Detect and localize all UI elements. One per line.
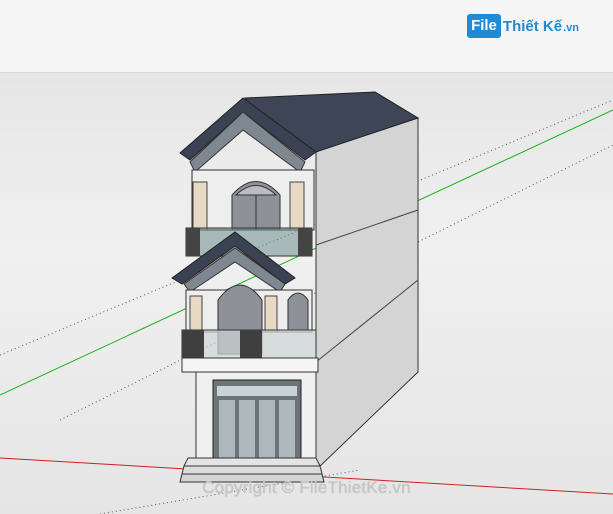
balcony-post: [298, 228, 312, 256]
glass-panel: [279, 400, 295, 458]
site-header: File Thiết Kế .vn: [0, 0, 613, 73]
floor-slab: [181, 357, 319, 373]
transom: [217, 386, 297, 396]
balcony-post: [182, 330, 204, 358]
pilaster: [264, 295, 278, 333]
pilaster-right: [289, 181, 305, 231]
glass-panel: [219, 400, 235, 458]
filethietke-logo[interactable]: File Thiết Kế .vn: [467, 12, 579, 40]
glass-panel: [239, 400, 255, 458]
3d-viewport[interactable]: [0, 73, 613, 514]
pilaster-left: [192, 181, 208, 231]
side-wall: [315, 117, 419, 472]
house-model: [171, 91, 420, 483]
logo-domain: .vn: [563, 22, 579, 34]
step: [181, 465, 323, 475]
copyright-watermark: Copyright © FileThietKe.vn: [202, 478, 411, 497]
balcony-post: [240, 330, 262, 358]
file-logo-icon: File: [467, 14, 501, 38]
glass-panel: [259, 400, 275, 458]
step: [183, 457, 321, 467]
side-arched-window: [287, 292, 309, 331]
logo-text: Thiết Kế: [502, 17, 563, 35]
balcony-post: [186, 228, 200, 256]
pilaster: [189, 295, 203, 333]
model-scene: [0, 91, 613, 514]
